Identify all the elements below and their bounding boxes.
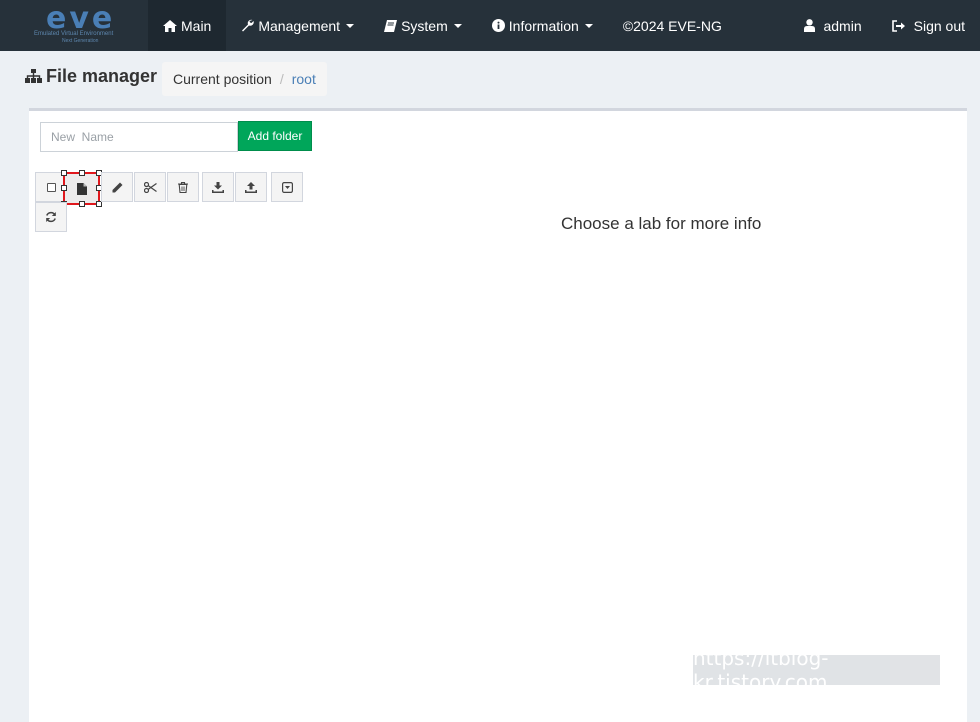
export-button[interactable] — [202, 172, 234, 202]
nav-management-label: Management — [258, 17, 341, 34]
file-manager-panel: Add folder — [29, 108, 967, 722]
nav-main-label: Main — [181, 17, 212, 34]
chevron-down-icon — [346, 23, 355, 28]
nav-information[interactable]: Information — [477, 0, 608, 51]
breadcrumb-separator: / — [279, 71, 284, 87]
sitemap-icon — [25, 69, 42, 84]
logo-subtitle-2: Next Generation — [62, 38, 99, 44]
blog-watermark: https://itblog-kr.tistory.com — [693, 646, 940, 694]
refresh-icon — [45, 211, 57, 223]
lab-info-placeholder: Choose a lab for more info — [561, 214, 762, 233]
breadcrumb-root-link[interactable]: root — [292, 71, 316, 87]
refresh-button[interactable] — [35, 202, 67, 232]
chevron-down-icon — [584, 23, 593, 28]
breadcrumb-label: Current position — [173, 71, 272, 87]
nav-information-label: Information — [508, 17, 579, 34]
delete-button[interactable] — [167, 172, 199, 202]
resize-handle — [61, 185, 67, 191]
cut-button[interactable] — [134, 172, 166, 202]
file-icon — [76, 182, 87, 195]
nav-main[interactable]: Main — [148, 0, 227, 51]
nav-user-label: admin — [823, 17, 862, 34]
nav-system-label: System — [401, 17, 448, 34]
book-icon — [384, 19, 398, 32]
logo-subtitle: Emulated Virtual Environment — [34, 31, 114, 37]
resize-handle — [79, 201, 85, 207]
info-circle-icon — [491, 19, 505, 32]
logo-wordmark: eve — [46, 1, 116, 36]
resize-handle — [79, 170, 85, 176]
copyright-text: ©2024 EVE-NG — [608, 0, 737, 51]
add-folder-button[interactable]: Add folder — [238, 121, 312, 151]
nav-user[interactable]: admin — [789, 0, 876, 51]
sort-dropdown-button[interactable] — [271, 172, 303, 202]
new-folder-name-input[interactable] — [40, 122, 238, 152]
user-icon — [804, 19, 816, 32]
page-title: File manager — [25, 66, 157, 87]
top-navbar: eve Emulated Virtual Environment Next Ge… — [0, 0, 980, 51]
checkbox-icon — [46, 182, 56, 192]
nav-management[interactable]: Management — [226, 0, 369, 51]
page-title-label: File manager — [46, 66, 158, 86]
copyright-label: ©2024 EVE-NG — [622, 17, 722, 34]
resize-handle — [61, 170, 67, 176]
breadcrumb: Current position / root — [162, 62, 327, 96]
upload-icon — [245, 181, 257, 193]
scissors-icon — [143, 181, 157, 193]
sign-out-icon — [891, 19, 906, 32]
nav-system[interactable]: System — [369, 0, 477, 51]
nav-signout[interactable]: Sign out — [877, 0, 980, 51]
wrench-icon — [241, 19, 255, 32]
new-lab-button[interactable] — [61, 170, 102, 207]
chevron-down-icon — [453, 23, 462, 28]
eve-logo[interactable]: eve Emulated Virtual Environment Next Ge… — [0, 0, 148, 51]
rename-button[interactable] — [101, 172, 133, 202]
nav-signout-label: Sign out — [913, 17, 965, 34]
trash-icon — [178, 181, 188, 193]
import-button[interactable] — [235, 172, 267, 202]
home-icon — [163, 19, 177, 32]
caret-square-down-icon — [281, 181, 293, 193]
pencil-icon — [112, 182, 123, 193]
download-icon — [212, 181, 224, 193]
